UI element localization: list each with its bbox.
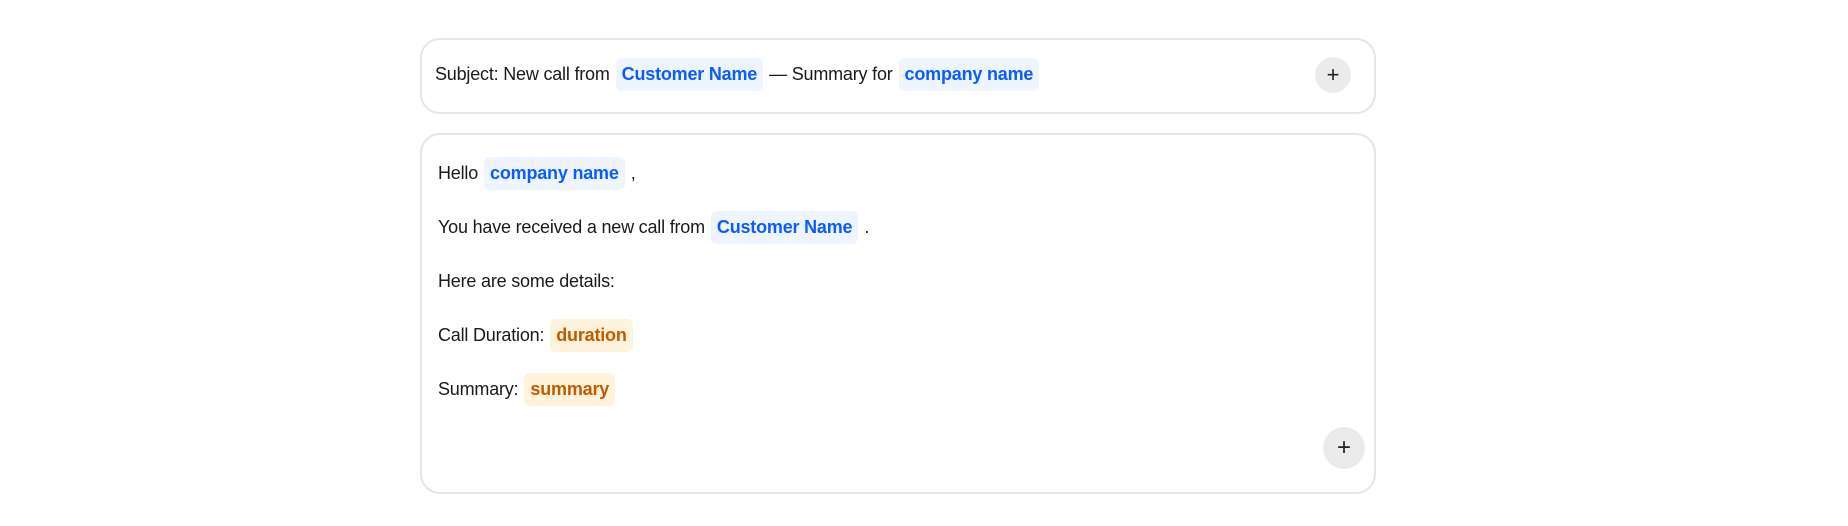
variable-chip-summary[interactable]: summary [524, 373, 616, 406]
subject-middle: — Summary for [769, 64, 893, 84]
body-line: Call Duration: duration [438, 319, 639, 352]
body-text: . [864, 217, 870, 237]
body-text: You have received a new call from [438, 217, 705, 237]
body-line: Hello company name , [438, 157, 636, 190]
body-text: Call Duration: [438, 325, 545, 345]
add-variable-button[interactable]: + [1315, 57, 1351, 93]
variable-chip-company-name[interactable]: company name [898, 58, 1040, 91]
subject-line: Subject: New call from Customer Name — S… [435, 58, 1045, 91]
body-line: You have received a new call from Custom… [438, 211, 869, 244]
body-text: Hello [438, 163, 479, 183]
body-text: Here are some details: [438, 271, 615, 291]
variable-chip-duration[interactable]: duration [550, 319, 633, 352]
subject-field[interactable]: Subject: New call from Customer Name — S… [420, 38, 1376, 114]
plus-icon: + [1336, 434, 1351, 461]
body-text: , [630, 163, 636, 183]
subject-prefix: Subject: New call from [435, 64, 610, 84]
variable-chip-customer-name[interactable]: Customer Name [710, 211, 859, 244]
body-line: Here are some details: [438, 271, 615, 292]
plus-icon: + [1326, 62, 1340, 87]
variable-chip-company-name[interactable]: company name [484, 157, 625, 190]
variable-chip-customer-name[interactable]: Customer Name [615, 58, 764, 91]
body-line: Summary: summary [438, 373, 621, 406]
body-field[interactable]: Hello company name , You have received a… [420, 133, 1376, 494]
add-variable-button[interactable]: + [1323, 427, 1365, 469]
body-text: Summary: [438, 379, 519, 399]
